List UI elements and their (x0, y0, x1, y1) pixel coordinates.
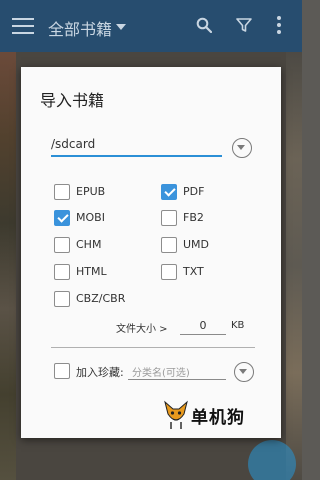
more-vert-icon[interactable] (276, 16, 282, 36)
favorite-label: 加入珍藏: (76, 366, 124, 379)
format-label: HTML (76, 265, 107, 278)
floating-action-button[interactable] (248, 440, 296, 480)
format-label: PDF (183, 185, 205, 198)
checkbox[interactable] (54, 210, 70, 226)
path-dropdown-icon[interactable] (232, 138, 252, 158)
file-size-label: 文件大小 > (116, 324, 168, 335)
format-label: TXT (183, 265, 204, 278)
format-label: FB2 (183, 211, 204, 224)
filter-icon[interactable] (236, 17, 252, 33)
watermark-text: 单机狗 (191, 408, 245, 428)
checkbox[interactable] (54, 237, 70, 253)
dialog-title: 导入书籍 (40, 91, 105, 110)
format-label: MOBI (76, 211, 105, 224)
menu-icon[interactable] (12, 18, 34, 34)
checkbox[interactable] (54, 184, 70, 200)
mascot-dog-icon (164, 400, 188, 429)
checkbox[interactable] (161, 237, 177, 253)
chevron-down-icon[interactable] (116, 24, 126, 30)
divider (51, 347, 255, 348)
bookshelf-left-edge (0, 52, 16, 480)
path-input[interactable]: /sdcard (51, 137, 222, 157)
format-label: EPUB (76, 185, 106, 198)
app-bar: 全部书籍 (0, 0, 302, 52)
format-label: UMD (183, 238, 210, 251)
category-input[interactable]: 分类名(可选) (128, 362, 226, 380)
checkbox[interactable] (54, 363, 70, 379)
bookshelf-right-edge (286, 52, 302, 480)
checkbox[interactable] (161, 210, 177, 226)
file-size-unit: KB (231, 320, 245, 331)
checkbox[interactable] (161, 184, 177, 200)
watermark: 单机狗 (163, 400, 267, 430)
checkbox[interactable] (54, 264, 70, 280)
category-dropdown-icon[interactable] (234, 362, 254, 382)
search-icon[interactable] (196, 17, 212, 33)
format-label: CBZ/CBR (76, 292, 126, 305)
checkbox[interactable] (161, 264, 177, 280)
checkbox[interactable] (54, 291, 70, 307)
format-label: CHM (76, 238, 102, 251)
appbar-title[interactable]: 全部书籍 (48, 16, 112, 40)
file-size-input[interactable]: 0 (180, 317, 226, 335)
import-books-dialog: 导入书籍 /sdcard EPUB PDF MOBI FB2 CHM UMD H… (21, 67, 281, 438)
